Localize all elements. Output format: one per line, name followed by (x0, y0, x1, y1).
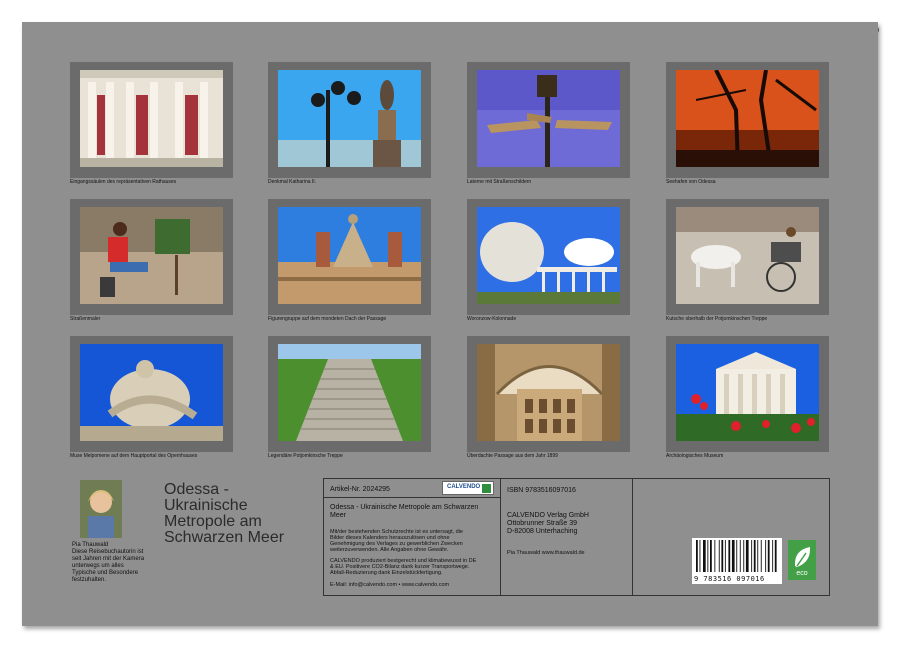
photo-card[interactable] (467, 199, 630, 315)
barcode-bar (775, 540, 777, 572)
barcode-bar (714, 540, 715, 572)
barcode-bar (765, 540, 766, 572)
calendar-subtitle: Odessa - Ukrainische Metropole am Schwar… (330, 504, 490, 520)
street-signs-lantern-image (477, 70, 620, 167)
statue-lanterns-image (278, 70, 421, 167)
lion-colonnade-image (477, 207, 620, 304)
barcode-bar (707, 540, 708, 572)
author-bio-line: Diese Reisebuchautorin ist (72, 549, 143, 556)
author-bio-line: festzuhalten. (72, 577, 106, 584)
calvendo-logo-text: CALVENDO (447, 484, 480, 490)
photo-card[interactable] (70, 199, 233, 315)
isbn: ISBN 9783516097016 (507, 487, 576, 495)
author-bio-line: Typische und Besondere (72, 570, 138, 577)
eco-badge: eco (788, 540, 816, 580)
harbor-cranes-sunset-image (676, 70, 819, 167)
photo-caption: Seehafen von Odessa (666, 179, 715, 185)
calendar-title: Odessa - Ukrainische Metropole am Schwar… (164, 482, 314, 546)
barcode-bar (746, 540, 749, 572)
barcode-bar (728, 540, 730, 572)
photo-caption: Figurengruppe auf dem mondeten Dach der … (268, 316, 386, 322)
barcode-number: 9 783516 097016 (694, 575, 765, 583)
opera-sculpture-image (80, 344, 223, 441)
photo-caption: Legendäre Potjomkinsche Treppe (268, 453, 343, 459)
photo-card[interactable] (666, 199, 829, 315)
photo-caption: Überdachte Passage aus dem Jahr 1899 (467, 453, 558, 459)
barcode-bar (761, 540, 762, 572)
barcode-bar (757, 540, 758, 572)
calvendo-logo: CALVENDO (442, 481, 494, 495)
author-name: Pia Thauwald (72, 542, 108, 549)
barcode-bar (732, 540, 735, 572)
horse-carriage-image (676, 207, 819, 304)
photo-card[interactable] (268, 336, 431, 452)
publisher-line: Ottobrunner Straße 39 (507, 520, 577, 528)
publisher-line: CALVENDO Verlag GmbH (507, 512, 589, 520)
barcode-bar (740, 540, 741, 572)
potemkin-stairs-image (278, 344, 421, 441)
barcode-bar (772, 540, 773, 572)
rights-line: weiterzuverwenden. Alle Angaben ohne Gew… (330, 547, 448, 554)
photo-card[interactable] (467, 336, 630, 452)
city-hall-columns-image (80, 70, 223, 167)
author-photo (80, 480, 122, 538)
covered-passage-image (477, 344, 620, 441)
barcode-bar (751, 540, 752, 572)
photo-caption: Archäologisches Museum (666, 453, 723, 459)
publisher-line: D-82008 Unterhaching (507, 528, 577, 536)
barcode-bar (710, 540, 712, 572)
photo-caption: Straßenmaler (70, 316, 100, 322)
photo-caption: Denkmal Katharina II. (268, 179, 316, 185)
author-bio-line: seit Jahren mit der Kamera (72, 556, 144, 563)
contact-email[interactable]: E-Mail: info@calvendo.com • www.calvendo… (330, 582, 449, 589)
barcode-bar (703, 540, 706, 572)
museum-roses-image (676, 344, 819, 441)
barcode-bar (743, 540, 744, 572)
barcode-bars (692, 538, 782, 574)
photo-card[interactable] (70, 62, 233, 178)
eco-label: eco (788, 570, 816, 577)
photo-caption: Eingangssäulen des repräsentativen Ratha… (70, 179, 176, 185)
barcode: 9 783516 097016 (692, 538, 782, 584)
photo-card[interactable] (268, 62, 431, 178)
photo-card[interactable] (666, 62, 829, 178)
photo-caption: Laterne mit Straßenschildern (467, 179, 531, 185)
photo-card[interactable] (70, 336, 233, 452)
photo-caption: Woronzow-Kolonnade (467, 316, 516, 322)
photo-caption: Muse Melpomene auf dem Hauptportal des O… (70, 453, 197, 459)
barcode-bar (696, 540, 698, 572)
barcode-bar (768, 540, 770, 572)
photographer-credit[interactable]: Pia Thauwald www.thauwald.de (507, 550, 585, 557)
eco-line: Abfall-Reduzierung dank Einzelstückferti… (330, 570, 443, 577)
author-bio-line: unterwegs um alles (72, 563, 124, 570)
barcode-bar (725, 540, 726, 572)
photo-card[interactable] (467, 62, 630, 178)
photo-card[interactable] (268, 199, 431, 315)
barcode-bar (736, 540, 737, 572)
barcode-bar (700, 540, 701, 572)
calvendo-logo-icon (482, 484, 491, 493)
street-painter-image (80, 207, 223, 304)
barcode-bar (754, 540, 756, 572)
rooftop-sculptures-image (278, 207, 421, 304)
barcode-bar (719, 540, 720, 572)
photo-card[interactable] (666, 336, 829, 452)
barcode-bar (721, 540, 723, 572)
photo-caption: Kutsche oberhalb der Potjomkinschen Trep… (666, 316, 767, 322)
article-number: Artikel-Nr. 2024295 (330, 486, 390, 494)
